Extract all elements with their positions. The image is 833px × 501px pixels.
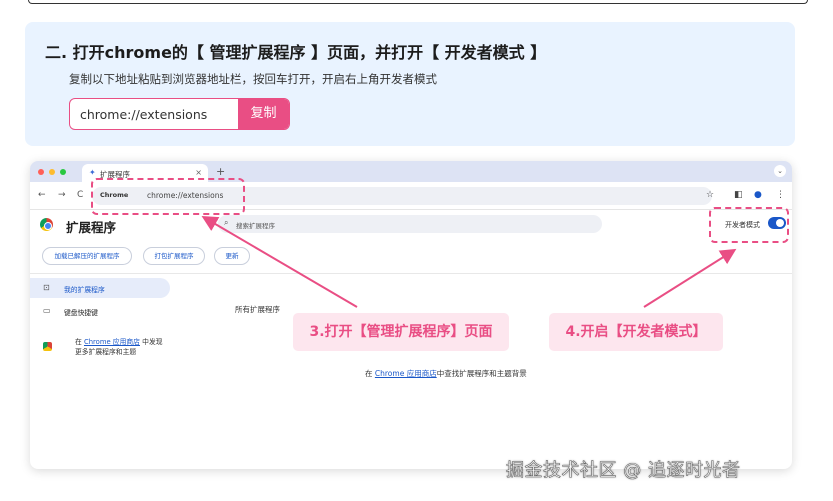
step-card: 二. 打开chrome的【 管理扩展程序 】页面，并打开【 开发者模式 】 复制… bbox=[25, 22, 795, 146]
watermark: 掘金技术社区 @ 追逐时光者 bbox=[506, 460, 741, 482]
browser-screenshot: ✦ 扩展程序 × + ⌄ ← → C Chrome chrome://exten… bbox=[30, 161, 792, 469]
copy-button[interactable]: 复制 bbox=[238, 99, 289, 129]
url-value[interactable]: chrome://extensions bbox=[80, 107, 207, 122]
previous-card-edge bbox=[28, 0, 808, 4]
callout-dev-mode: 4.开启【开发者模式】 bbox=[549, 313, 723, 351]
step-description: 复制以下地址粘贴到浏览器地址栏，按回车打开，开启右上角开发者模式 bbox=[69, 72, 437, 86]
callout-manage-extensions: 3.打开【管理扩展程序】页面 bbox=[293, 313, 509, 351]
arrow-to-dev-mode bbox=[643, 248, 737, 308]
step-title: 二. 打开chrome的【 管理扩展程序 】页面，并打开【 开发者模式 】 bbox=[45, 43, 547, 62]
url-copy-field: chrome://extensions 复制 bbox=[69, 98, 290, 130]
arrow-to-address-bar bbox=[201, 215, 358, 308]
